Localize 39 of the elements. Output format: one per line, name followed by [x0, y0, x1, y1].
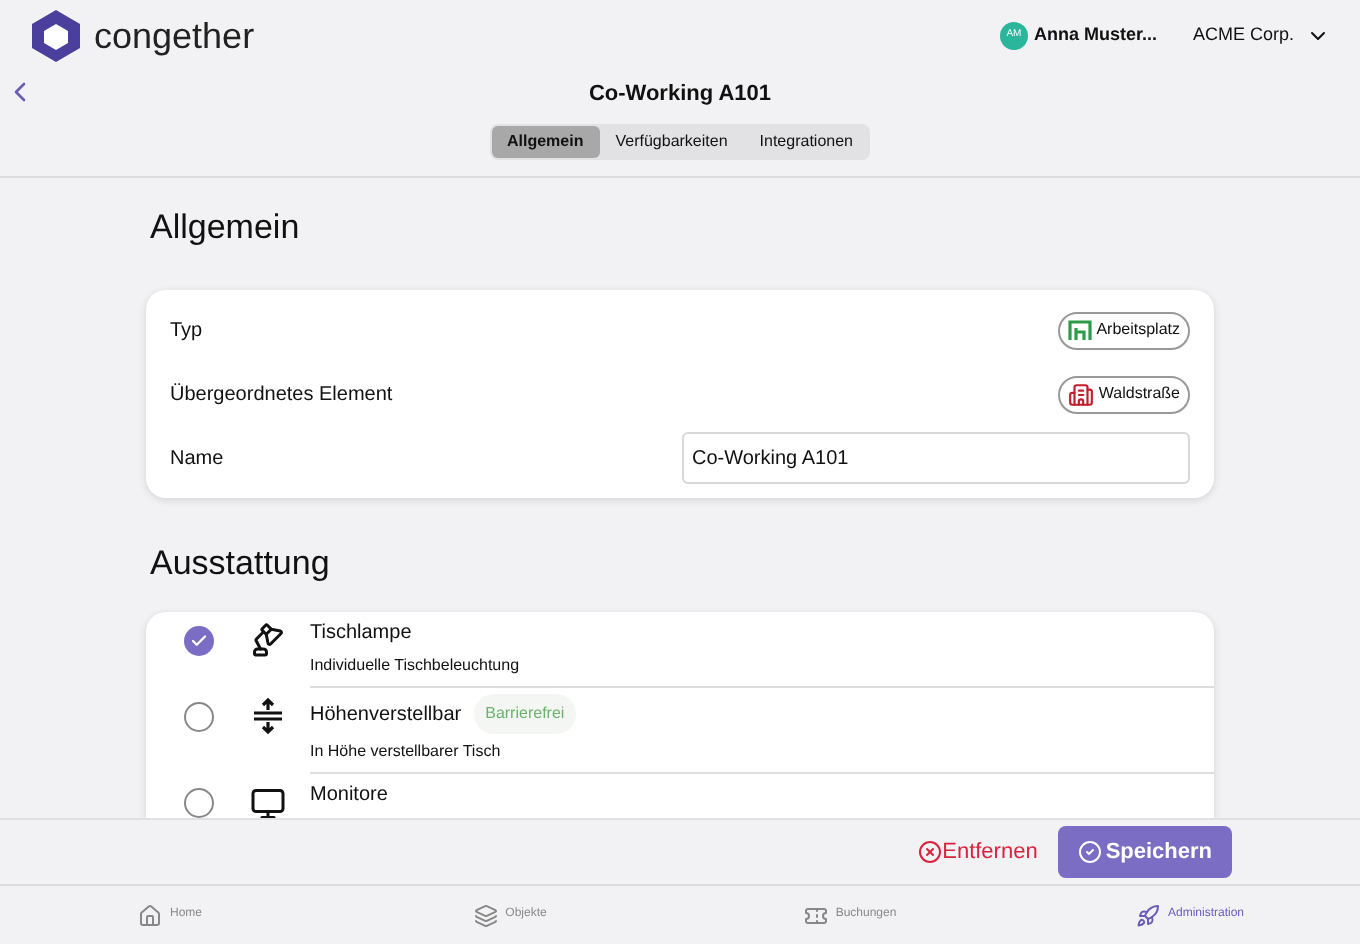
monitor-icon: [250, 784, 286, 824]
equipment-checkbox[interactable]: [183, 788, 213, 818]
remove-icon: [918, 840, 943, 864]
save-button[interactable]: Speichern: [1057, 826, 1232, 878]
remove-button[interactable]: Entfernen: [918, 835, 1038, 869]
type-chip[interactable]: Arbeitsplatz: [1058, 311, 1190, 349]
section-heading: Allgemein: [148, 206, 302, 246]
building-icon: [1068, 381, 1095, 407]
accessibility-tag: Barrierefrei: [473, 694, 577, 734]
name-input[interactable]: Co-Working A101: [682, 432, 1190, 484]
rocket-icon: [1135, 903, 1160, 927]
equipment-title: Höhenverstellbar: [310, 701, 462, 729]
hexagon-logo-icon: [30, 8, 82, 64]
layers-icon: [473, 903, 498, 927]
equipment-description: In Höhe verstellbarer Tisch: [310, 740, 503, 764]
check-icon: [189, 632, 207, 650]
equipment-checkbox[interactable]: [183, 626, 213, 656]
equipment-checkbox[interactable]: [183, 702, 213, 732]
parent-chip[interactable]: Waldstraße: [1058, 375, 1190, 413]
page-title: Co-Working A101: [588, 79, 772, 110]
tab[interactable]: Integrationen: [743, 126, 869, 158]
house-icon: [137, 903, 162, 927]
ticket-icon: [803, 903, 828, 927]
equipment-title: Monitore: [310, 782, 388, 810]
desk-icon: [1068, 320, 1093, 340]
field-label: Name: [170, 445, 224, 473]
desk-lamp-icon: [250, 622, 286, 658]
tab[interactable]: Verfügbarkeiten: [599, 126, 744, 158]
tab[interactable]: Allgemein: [491, 126, 600, 158]
organization-dropdown[interactable]: ACME Corp.: [1192, 22, 1330, 50]
equipment-description: Individuelle Tischbeleuchtung: [310, 654, 522, 678]
equipment-title: Tischlampe: [310, 620, 412, 648]
field-label: Typ: [170, 317, 203, 345]
check-circle-icon: [1077, 840, 1102, 864]
field-label: Übergeordnetes Element: [170, 381, 393, 409]
section-heading: Ausstattung: [148, 542, 332, 582]
user-name[interactable]: Anna Muster...: [1033, 22, 1157, 50]
height-adjust-icon: [250, 698, 286, 734]
logo-text: congether: [94, 13, 255, 60]
